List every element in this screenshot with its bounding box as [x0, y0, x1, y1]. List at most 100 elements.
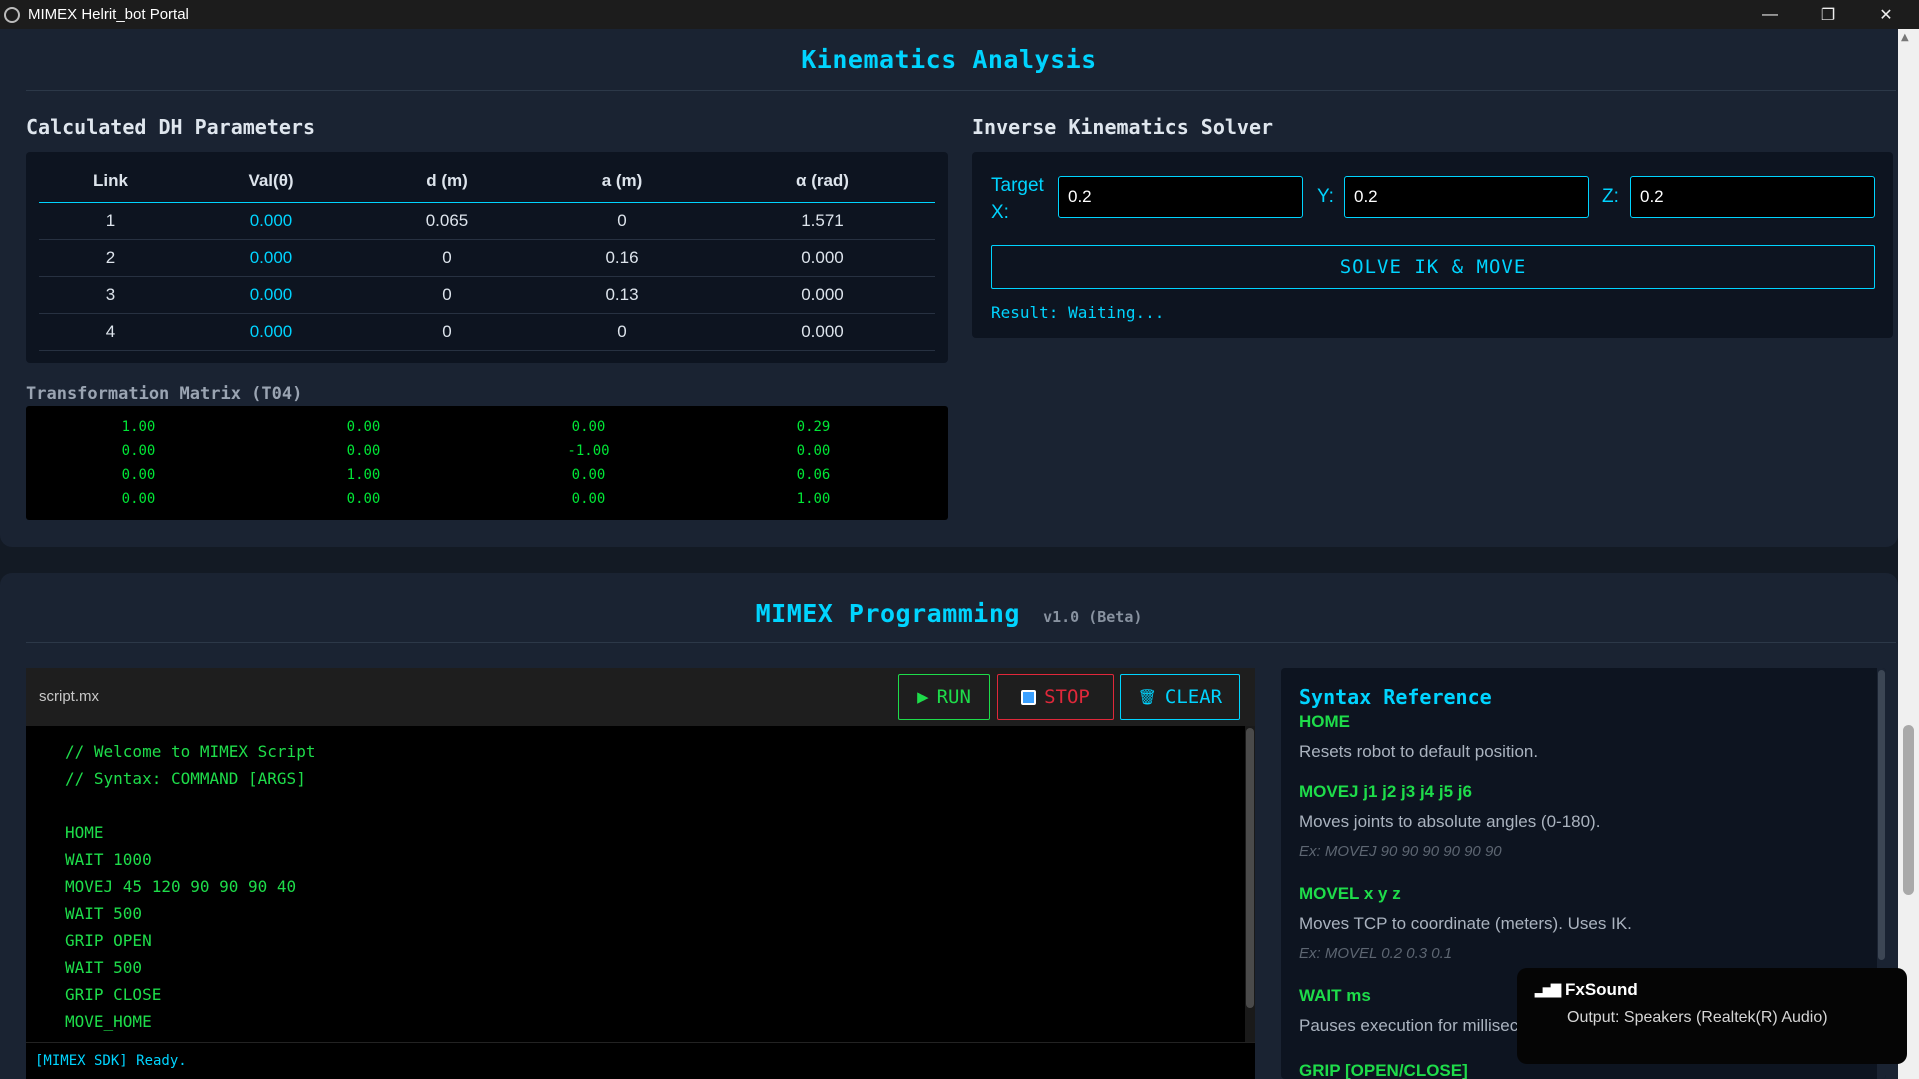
matrix-cell: 0.00	[571, 491, 606, 507]
syntax-movel-example: Ex: MOVEL 0.2 0.3 0.1	[1299, 945, 1453, 962]
ik-result: Result: Waiting...	[991, 303, 1165, 322]
table-row: 3 0.000 0 0.13 0.000	[39, 276, 935, 314]
dh-cell-theta: 0.000	[182, 313, 360, 351]
solve-ik-button[interactable]: SOLVE IK & MOVE	[991, 245, 1875, 289]
syntax-home-cmd: HOME	[1299, 712, 1350, 731]
syntax-grip-cmd: GRIP [OPEN/CLOSE]	[1299, 1061, 1468, 1079]
code-line: // Syntax: COMMAND [ARGS]	[65, 769, 306, 788]
dh-cell: 3	[39, 276, 182, 314]
page-scrollbar[interactable]	[1898, 29, 1919, 1079]
matrix-row: 0.00 0.00 -1.00 0.00	[26, 439, 948, 463]
code-line: WAIT 500	[65, 904, 143, 923]
matrix-card: 1.00 0.00 0.00 0.29 0.00 0.00 -1.00 0.00…	[26, 406, 948, 520]
version-label: v1.0 (Beta)	[1043, 608, 1143, 626]
code-line: MOVE_HOME	[65, 1012, 152, 1031]
code-line: WAIT 500	[65, 958, 143, 977]
dh-cell-theta: 0.000	[182, 276, 360, 314]
clear-button[interactable]: 🗑 CLEAR	[1120, 674, 1240, 720]
matrix-cell: 0.06	[796, 467, 831, 483]
target-z-input[interactable]: 0.2	[1630, 176, 1875, 218]
dh-cell: 0	[534, 313, 710, 351]
dh-cell: 0.065	[360, 202, 534, 240]
console-output: [MIMEX SDK] Ready.	[26, 1042, 1255, 1079]
programming-title: MIMEX Programming	[755, 599, 1020, 628]
toast-app-name: FxSound	[1565, 980, 1638, 999]
stop-button[interactable]: STOP	[997, 674, 1114, 720]
kinematics-title: Kinematics Analysis	[801, 45, 1097, 74]
matrix-cell: 1.00	[121, 419, 156, 435]
matrix-cell: 0.00	[346, 491, 381, 507]
dh-cell: 0	[360, 239, 534, 277]
restore-button[interactable]: ❐	[1799, 0, 1857, 29]
dh-cell: 2	[39, 239, 182, 277]
syntax-movej-cmd: MOVEJ j1 j2 j3 j4 j5 j6	[1299, 782, 1472, 801]
dh-cell: 1.571	[710, 202, 935, 240]
matrix-row: 0.00 0.00 0.00 1.00	[26, 487, 948, 511]
minimize-button[interactable]: —	[1741, 0, 1799, 29]
matrix-cell: 0.29	[796, 419, 831, 435]
app-icon	[4, 6, 20, 23]
toast-message: Output: Speakers (Realtek(R) Audio)	[1567, 1009, 1828, 1026]
trash-icon: 🗑	[1137, 688, 1157, 706]
matrix-cell: 0.00	[796, 443, 831, 459]
syntax-scroll-thumb[interactable]	[1878, 670, 1885, 960]
dh-cell: 0	[534, 202, 710, 240]
dh-cell: 0.13	[534, 276, 710, 314]
matrix-cell: -1.00	[567, 443, 610, 459]
divider	[26, 642, 1896, 643]
dh-cell: 0.16	[534, 239, 710, 277]
matrix-cell: 1.00	[796, 491, 831, 507]
dh-table-card: Link Val(θ) d (m) a (m) α (rad) 1 0.000 …	[26, 152, 948, 363]
dh-header-alpha: α (rad)	[710, 160, 935, 203]
dh-cell-theta: 0.000	[182, 239, 360, 277]
ik-card: Target X: 0.2 Y: 0.2 Z: 0.2 SOLVE IK & M…	[972, 152, 1893, 338]
code-line: WAIT 1000	[65, 850, 152, 869]
syntax-movel-desc: Moves TCP to coordinate (meters). Uses I…	[1299, 914, 1632, 933]
dh-header-row: Link Val(θ) d (m) a (m) α (rad)	[39, 160, 935, 203]
window-titlebar: MIMEX Helrit_bot Portal — ❐ ✕	[0, 0, 1919, 29]
editor-scroll-thumb[interactable]	[1246, 728, 1254, 1008]
code-line: GRIP CLOSE	[65, 985, 162, 1004]
matrix-cell: 0.00	[121, 491, 156, 507]
code-editor[interactable]: // Welcome to MIMEX Script // Syntax: CO…	[26, 726, 1255, 1046]
fxsound-notification[interactable]: ▂▅▇ FxSound Output: Speakers (Realtek(R)…	[1517, 968, 1907, 1064]
kinematics-panel: Kinematics Analysis Calculated DH Parame…	[0, 29, 1898, 547]
page-scroll-thumb[interactable]	[1903, 725, 1914, 895]
editor-scrollbar[interactable]	[1245, 726, 1255, 1046]
syntax-wait-cmd: WAIT ms	[1299, 986, 1371, 1005]
target-x-input[interactable]: 0.2	[1058, 176, 1303, 218]
dh-header-theta: Val(θ)	[182, 160, 360, 203]
editor-header: script.mx ▶ RUN STOP 🗑 CLEAR	[26, 668, 1255, 726]
syntax-home-desc: Resets robot to default position.	[1299, 742, 1539, 761]
dh-table: Link Val(θ) d (m) a (m) α (rad) 1 0.000 …	[39, 160, 935, 351]
dh-title: Calculated DH Parameters	[26, 115, 315, 139]
code-line: MOVEJ 45 120 90 90 90 40	[65, 877, 297, 896]
close-button[interactable]: ✕	[1857, 0, 1915, 29]
console-line: [MIMEX SDK] Ready.	[35, 1053, 187, 1069]
matrix-cell: 0.00	[121, 467, 156, 483]
dh-cell: 0.000	[710, 239, 935, 277]
syntax-movej-example: Ex: MOVEJ 90 90 90 90 90 90	[1299, 843, 1502, 860]
run-label: RUN	[936, 686, 971, 708]
dh-cell-theta: 0.000	[182, 202, 360, 240]
dh-cell: 0.000	[710, 276, 935, 314]
table-row: 4 0.000 0 0 0.000	[39, 313, 935, 351]
matrix-cell: 0.00	[346, 419, 381, 435]
run-button[interactable]: ▶ RUN	[898, 674, 990, 720]
filename-label: script.mx	[39, 688, 99, 705]
target-z-label: Z:	[1602, 186, 1619, 207]
code-line: GRIP OPEN	[65, 931, 152, 950]
stop-icon	[1021, 689, 1037, 705]
dh-cell: 0	[360, 313, 534, 351]
matrix-title: Transformation Matrix (T04)	[26, 384, 303, 404]
window-title: MIMEX Helrit_bot Portal	[28, 6, 189, 23]
stop-label: STOP	[1044, 686, 1090, 708]
scroll-up-icon[interactable]: ▲	[1901, 32, 1909, 43]
dh-header-a: a (m)	[534, 160, 710, 203]
dh-cell: 1	[39, 202, 182, 240]
matrix-row: 1.00 0.00 0.00 0.29	[26, 415, 948, 439]
target-y-input[interactable]: 0.2	[1344, 176, 1589, 218]
matrix-cell: 1.00	[346, 467, 381, 483]
syntax-movej-desc: Moves joints to absolute angles (0-180).	[1299, 812, 1601, 831]
